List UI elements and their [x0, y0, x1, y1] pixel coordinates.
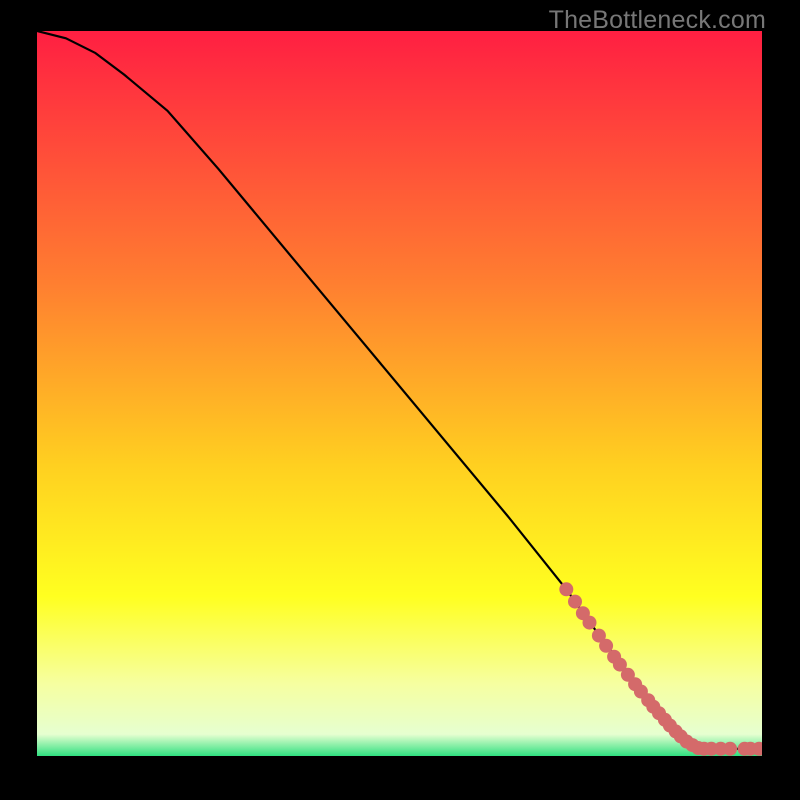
chart-svg: [37, 31, 762, 756]
marker-point: [568, 595, 582, 609]
marker-point: [583, 616, 597, 630]
gradient-background: [37, 31, 762, 756]
plot-area: [37, 31, 762, 756]
chart-stage: TheBottleneck.com: [0, 0, 800, 800]
watermark-text: TheBottleneck.com: [549, 6, 766, 35]
marker-point: [723, 742, 737, 756]
marker-point: [559, 582, 573, 596]
